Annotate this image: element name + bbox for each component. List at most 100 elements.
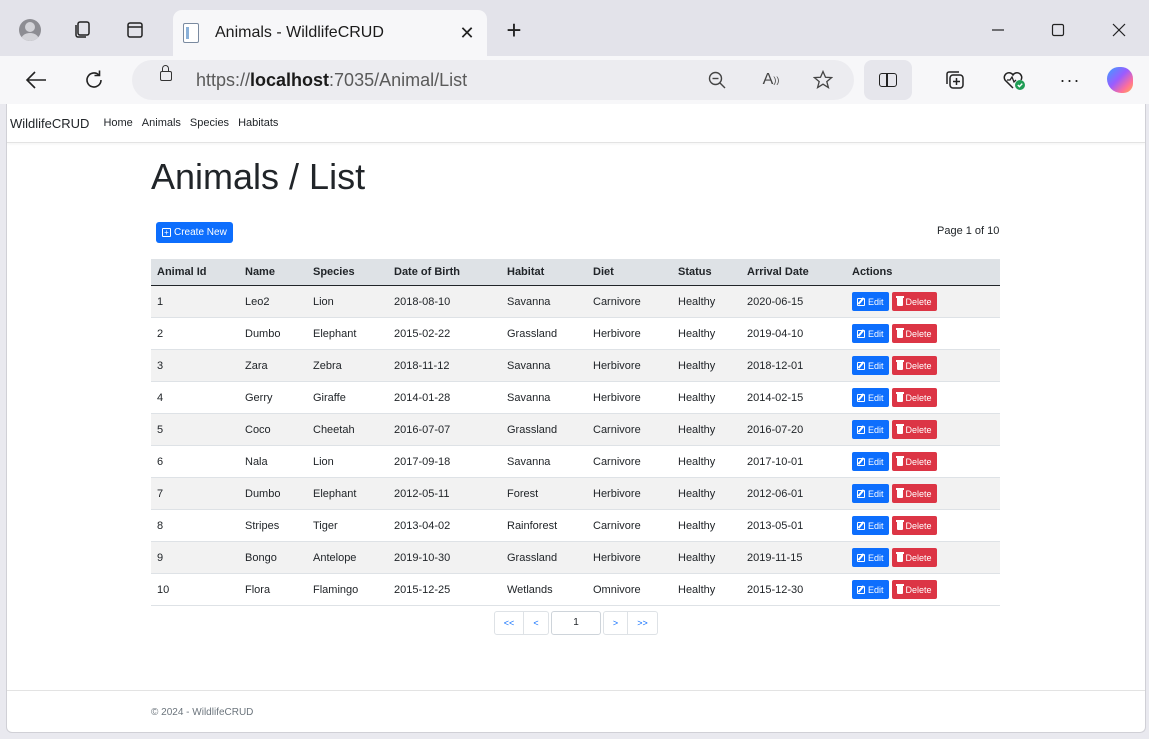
next-page-button[interactable]: > (603, 611, 628, 635)
table-cell: 2015-02-22 (388, 317, 501, 350)
delete-button[interactable]: Delete (891, 292, 937, 311)
nav-link-species[interactable]: Species (190, 117, 229, 129)
minimize-icon[interactable] (975, 12, 1021, 48)
table-cell: Healthy (672, 285, 741, 318)
delete-button[interactable]: Delete (891, 356, 937, 375)
delete-button[interactable]: Delete (891, 580, 937, 599)
create-new-label: Create New (174, 227, 227, 238)
refresh-icon[interactable] (76, 62, 112, 98)
table-cell: Coco (239, 413, 307, 446)
edit-button[interactable]: Edit (852, 548, 889, 567)
profile-avatar-icon[interactable] (10, 10, 50, 50)
trash-icon (895, 296, 904, 306)
edit-button[interactable]: Edit (852, 420, 889, 439)
delete-button[interactable]: Delete (891, 388, 937, 407)
tab-actions-icon[interactable] (115, 10, 155, 50)
nav-link-habitats[interactable]: Habitats (238, 117, 278, 129)
table-cell: Antelope (307, 541, 388, 574)
column-header: Species (307, 259, 388, 286)
page-number-input[interactable]: 1 (551, 611, 601, 635)
delete-button[interactable]: Delete (891, 324, 937, 343)
split-screen-icon (879, 73, 897, 87)
edit-button[interactable]: Edit (852, 452, 889, 471)
edit-icon (857, 329, 865, 338)
read-aloud-icon[interactable]: A)) (756, 66, 786, 94)
trash-icon (895, 328, 904, 338)
table-cell: Healthy (672, 349, 741, 382)
delete-label: Delete (905, 424, 932, 435)
delete-label: Delete (905, 584, 932, 595)
maximize-icon[interactable] (1035, 12, 1081, 48)
column-header: Status (672, 259, 741, 286)
table-cell: Herbivore (587, 317, 672, 350)
address-bar[interactable]: https://localhost:7035/Animal/List A)) (132, 60, 854, 100)
animals-table: Animal Id Name Species Date of Birth Hab… (151, 259, 1000, 606)
favorite-star-icon[interactable] (808, 66, 838, 94)
collections-icon[interactable] (937, 62, 973, 98)
edit-button[interactable]: Edit (852, 484, 889, 503)
actions-cell: Edit Delete (846, 477, 1000, 510)
edit-button[interactable]: Edit (852, 580, 889, 599)
table-cell: Herbivore (587, 349, 672, 382)
table-cell: Zebra (307, 349, 388, 382)
actions-cell: Edit Delete (846, 285, 1000, 318)
table-cell: 2019-11-15 (741, 541, 846, 574)
site-navbar: WildlifeCRUD Home Animals Species Habita… (7, 104, 1145, 143)
page-info: Page 1 of 10 (937, 225, 1000, 237)
copilot-icon[interactable] (1102, 62, 1138, 98)
edit-button[interactable]: Edit (852, 324, 889, 343)
create-new-button[interactable]: + Create New (156, 222, 233, 243)
actions-cell: Edit Delete (846, 445, 1000, 478)
table-cell: 2017-09-18 (388, 445, 501, 478)
workspaces-icon[interactable] (62, 10, 102, 50)
delete-button[interactable]: Delete (891, 452, 937, 471)
edit-button[interactable]: Edit (852, 356, 889, 375)
table-row: 9 Bongo Antelope 2019-10-30 Grassland Herbivo… (151, 541, 1000, 574)
table-cell: Cheetah (307, 413, 388, 446)
edit-button[interactable]: Edit (852, 516, 889, 535)
close-tab-icon[interactable]: ✕ (457, 23, 477, 44)
edit-button[interactable]: Edit (852, 292, 889, 311)
table-cell: Carnivore (587, 509, 672, 542)
footer: © 2024 - WildlifeCRUD (7, 690, 1145, 732)
delete-button[interactable]: Delete (891, 548, 937, 567)
table-cell: Lion (307, 445, 388, 478)
table-cell: 2018-08-10 (388, 285, 501, 318)
table-cell: 2014-02-15 (741, 381, 846, 414)
nav-link-animals[interactable]: Animals (142, 117, 181, 129)
edit-button[interactable]: Edit (852, 388, 889, 407)
table-cell: 8 (151, 509, 239, 542)
split-screen-button[interactable] (864, 60, 912, 100)
table-cell: Healthy (672, 573, 741, 606)
browser-tab-bar: Animals - WildlifeCRUD ✕ + (0, 0, 1149, 56)
table-cell: Carnivore (587, 285, 672, 318)
table-cell: 2 (151, 317, 239, 350)
browser-essentials-icon[interactable] (996, 62, 1032, 98)
zoom-out-icon[interactable] (702, 66, 732, 94)
edit-icon (857, 521, 865, 530)
new-tab-button[interactable]: + (494, 10, 534, 50)
last-page-button[interactable]: >> (628, 611, 658, 635)
first-page-button[interactable]: << (494, 611, 524, 635)
prev-page-button[interactable]: < (524, 611, 549, 635)
more-options-icon[interactable]: ··· (1052, 62, 1088, 98)
edit-label: Edit (868, 456, 884, 467)
site-brand[interactable]: WildlifeCRUD (10, 116, 89, 131)
actions-cell: Edit Delete (846, 317, 1000, 350)
delete-button[interactable]: Delete (891, 420, 937, 439)
table-cell: 10 (151, 573, 239, 606)
page-viewport: WildlifeCRUD Home Animals Species Habita… (6, 104, 1146, 733)
table-row: 8 Stripes Tiger 2013-04-02 Rainforest Carnivo… (151, 509, 1000, 542)
lock-icon[interactable] (160, 65, 172, 81)
active-tab[interactable]: Animals - WildlifeCRUD ✕ (173, 10, 487, 56)
pagination: << < 1 > >> (494, 611, 658, 635)
close-window-icon[interactable] (1096, 12, 1142, 48)
table-cell: 2012-06-01 (741, 477, 846, 510)
edit-label: Edit (868, 328, 884, 339)
back-arrow-icon[interactable] (18, 62, 54, 98)
nav-link-home[interactable]: Home (103, 117, 132, 129)
delete-button[interactable]: Delete (891, 484, 937, 503)
url-text[interactable]: https://localhost:7035/Animal/List (196, 70, 467, 91)
delete-button[interactable]: Delete (891, 516, 937, 535)
actions-cell: Edit Delete (846, 509, 1000, 542)
